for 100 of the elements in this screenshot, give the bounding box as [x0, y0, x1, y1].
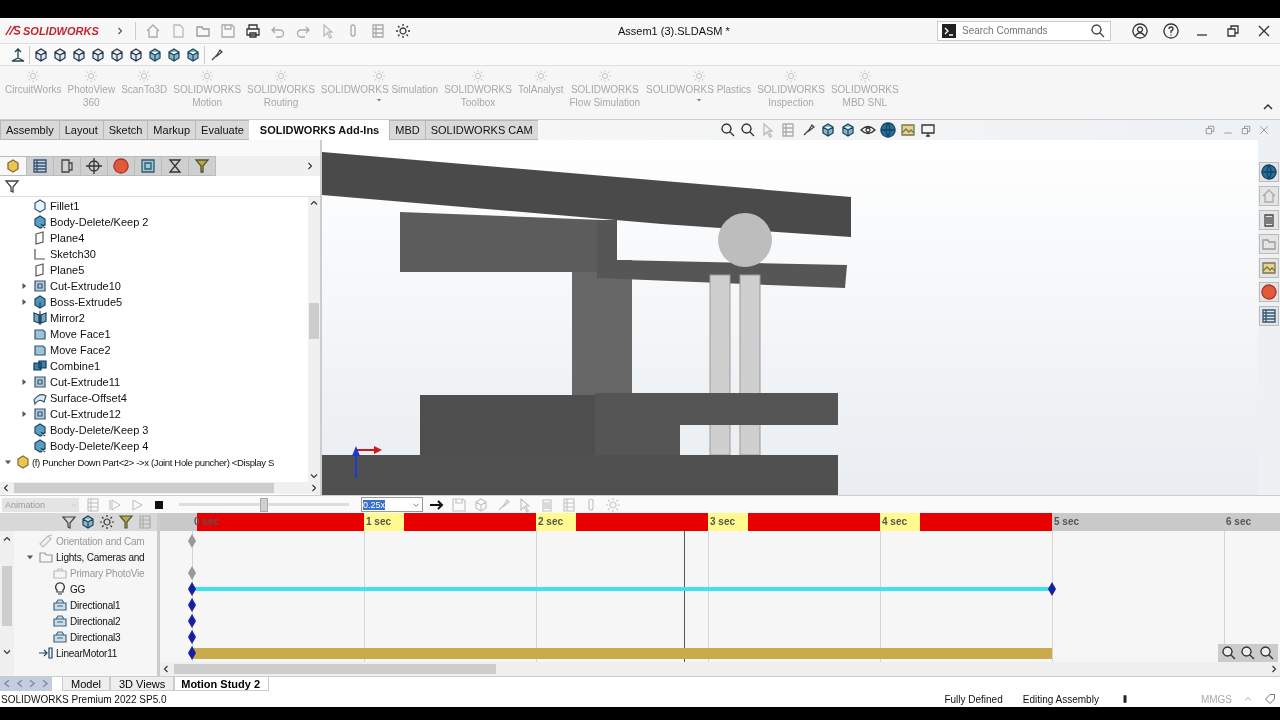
- command-tab[interactable]: Layout: [58, 120, 103, 140]
- tree-item[interactable]: Body-Delete/Keep 2: [50, 216, 149, 228]
- zoom-out-icon[interactable]: [1259, 645, 1275, 661]
- tree-item[interactable]: Plane5: [50, 264, 85, 276]
- tree-item[interactable]: Directional2: [70, 615, 121, 627]
- command-tab[interactable]: Evaluate: [195, 120, 249, 140]
- tree-item[interactable]: (f) Puncher Down Part<2> ->x (Joint Hole puncher) <Display S: [32, 456, 274, 468]
- tree-item[interactable]: Lights, Cameras and: [56, 551, 145, 563]
- zoom-fit-icon[interactable]: [1221, 645, 1237, 661]
- tree-item[interactable]: Body-Delete/Keep 4: [50, 440, 149, 452]
- play-from-start-icon[interactable]: [107, 496, 123, 513]
- restore-icon[interactable]: [1225, 22, 1241, 39]
- filter-icon[interactable]: [61, 514, 77, 530]
- panel-tab[interactable]: [0, 156, 27, 176]
- document-tab[interactable]: 3D Views: [109, 677, 175, 691]
- tree-item[interactable]: Directional1: [70, 599, 121, 611]
- appearance-icon[interactable]: [899, 122, 916, 138]
- scrollbar-thumb[interactable]: [14, 483, 274, 493]
- tree-item[interactable]: Fillet1: [50, 200, 80, 212]
- tile-icon[interactable]: [1204, 124, 1216, 136]
- tree-item[interactable]: Body-Delete/Keep 3: [50, 424, 149, 436]
- keyframe-marker[interactable]: [188, 646, 196, 660]
- axis-icon[interactable]: [10, 46, 26, 63]
- command-tab[interactable]: MBD: [389, 120, 425, 140]
- tree-item[interactable]: Combine1: [50, 360, 101, 372]
- tree-item[interactable]: Move Face1: [50, 328, 111, 340]
- tree-item[interactable]: Cut-Extrude12: [50, 408, 121, 420]
- command-tab[interactable]: Markup: [147, 120, 196, 140]
- command-tab[interactable]: Sketch: [102, 120, 148, 140]
- keyframe-marker[interactable]: [188, 614, 196, 628]
- panel-tab[interactable]: [162, 156, 189, 176]
- scrollbar-thumb[interactable]: [309, 303, 319, 339]
- zoom-in-icon[interactable]: [1240, 645, 1256, 661]
- panel-tab[interactable]: [27, 156, 54, 176]
- keyframe-marker[interactable]: [1048, 582, 1056, 596]
- keyframe-marker[interactable]: [188, 582, 196, 596]
- cube-icon[interactable]: [128, 46, 144, 63]
- zoom-area-icon[interactable]: [739, 122, 756, 138]
- tree-item[interactable]: Cut-Extrude11: [50, 376, 121, 388]
- scrollbar-thumb[interactable]: [174, 664, 496, 674]
- monitor-icon[interactable]: [919, 122, 936, 138]
- tree-item[interactable]: Cut-Extrude10: [50, 280, 121, 292]
- cube-icon[interactable]: [166, 46, 182, 63]
- printer-icon[interactable]: [244, 22, 261, 39]
- display-style-icon[interactable]: [839, 122, 856, 138]
- globe-icon[interactable]: [1259, 162, 1279, 182]
- command-tab[interactable]: Assembly: [0, 120, 59, 140]
- document-tab[interactable]: Motion Study 2: [174, 677, 270, 691]
- scrollbar-thumb[interactable]: [2, 565, 12, 626]
- tree-item[interactable]: Plane4: [50, 232, 85, 244]
- app-name: SOLIDWORKS: [23, 24, 99, 37]
- cube-icon[interactable]: [185, 46, 201, 63]
- cube-icon[interactable]: [819, 122, 836, 138]
- zoom-icon[interactable]: [719, 122, 736, 138]
- panel-tab[interactable]: [54, 156, 81, 176]
- time-label: 1 sec: [366, 516, 392, 527]
- color-wheel-icon[interactable]: [1259, 282, 1279, 302]
- help-icon[interactable]: [1163, 22, 1179, 39]
- user-icon[interactable]: [1132, 22, 1148, 39]
- command-tab[interactable]: SOLIDWORKS CAM: [424, 120, 538, 140]
- search-icon[interactable]: [1090, 22, 1106, 39]
- keyframe-marker[interactable]: [188, 630, 196, 644]
- tag-icon[interactable]: [1264, 693, 1276, 705]
- panel-tab[interactable]: [189, 156, 216, 176]
- cube-icon[interactable]: [90, 46, 106, 63]
- command-tab[interactable]: SOLIDWORKS Add-Ins: [248, 120, 390, 140]
- gear-icon: [471, 69, 485, 83]
- library-icon[interactable]: [1259, 210, 1279, 230]
- cube-icon[interactable]: [109, 46, 125, 63]
- animated-filter-icon[interactable]: [80, 514, 96, 530]
- tree-item[interactable]: Mirror2: [50, 312, 85, 324]
- tree-item[interactable]: Directional3: [70, 631, 121, 643]
- tree-item[interactable]: Sketch30: [50, 248, 96, 260]
- scene-icon[interactable]: [879, 122, 896, 138]
- keyframe-marker[interactable]: [188, 598, 196, 612]
- cube-icon[interactable]: [147, 46, 163, 63]
- part-icon: [15, 454, 31, 470]
- camera-icon: [38, 533, 54, 549]
- speed-dropdown[interactable]: 0.25x: [361, 497, 423, 512]
- settings-icon[interactable]: [394, 22, 411, 39]
- image-icon[interactable]: [1259, 258, 1279, 278]
- tree-item[interactable]: Surface-Offset4: [50, 392, 127, 404]
- driving-filter-icon[interactable]: [99, 514, 115, 530]
- cube-icon[interactable]: [52, 46, 68, 63]
- light-icon: [52, 597, 68, 613]
- filter-icon[interactable]: [4, 178, 20, 194]
- tree-item[interactable]: Boss-Extrude5: [50, 296, 123, 308]
- track-bar[interactable]: [192, 648, 1052, 659]
- tree-item[interactable]: Move Face2: [50, 344, 111, 356]
- search-field[interactable]: Search Commands: [937, 20, 1111, 41]
- document-tab[interactable]: Model: [62, 677, 110, 691]
- panel-tab[interactable]: [108, 156, 135, 176]
- tree-item[interactable]: GG: [70, 583, 86, 595]
- part-icon: [5, 158, 21, 174]
- cube-icon[interactable]: [71, 46, 87, 63]
- cube-icon[interactable]: [33, 46, 49, 63]
- panel-tab[interactable]: [81, 156, 108, 176]
- tree-item[interactable]: LinearMotor11: [56, 647, 118, 659]
- panel-tab[interactable]: [135, 156, 162, 176]
- list-icon[interactable]: [1259, 306, 1279, 326]
